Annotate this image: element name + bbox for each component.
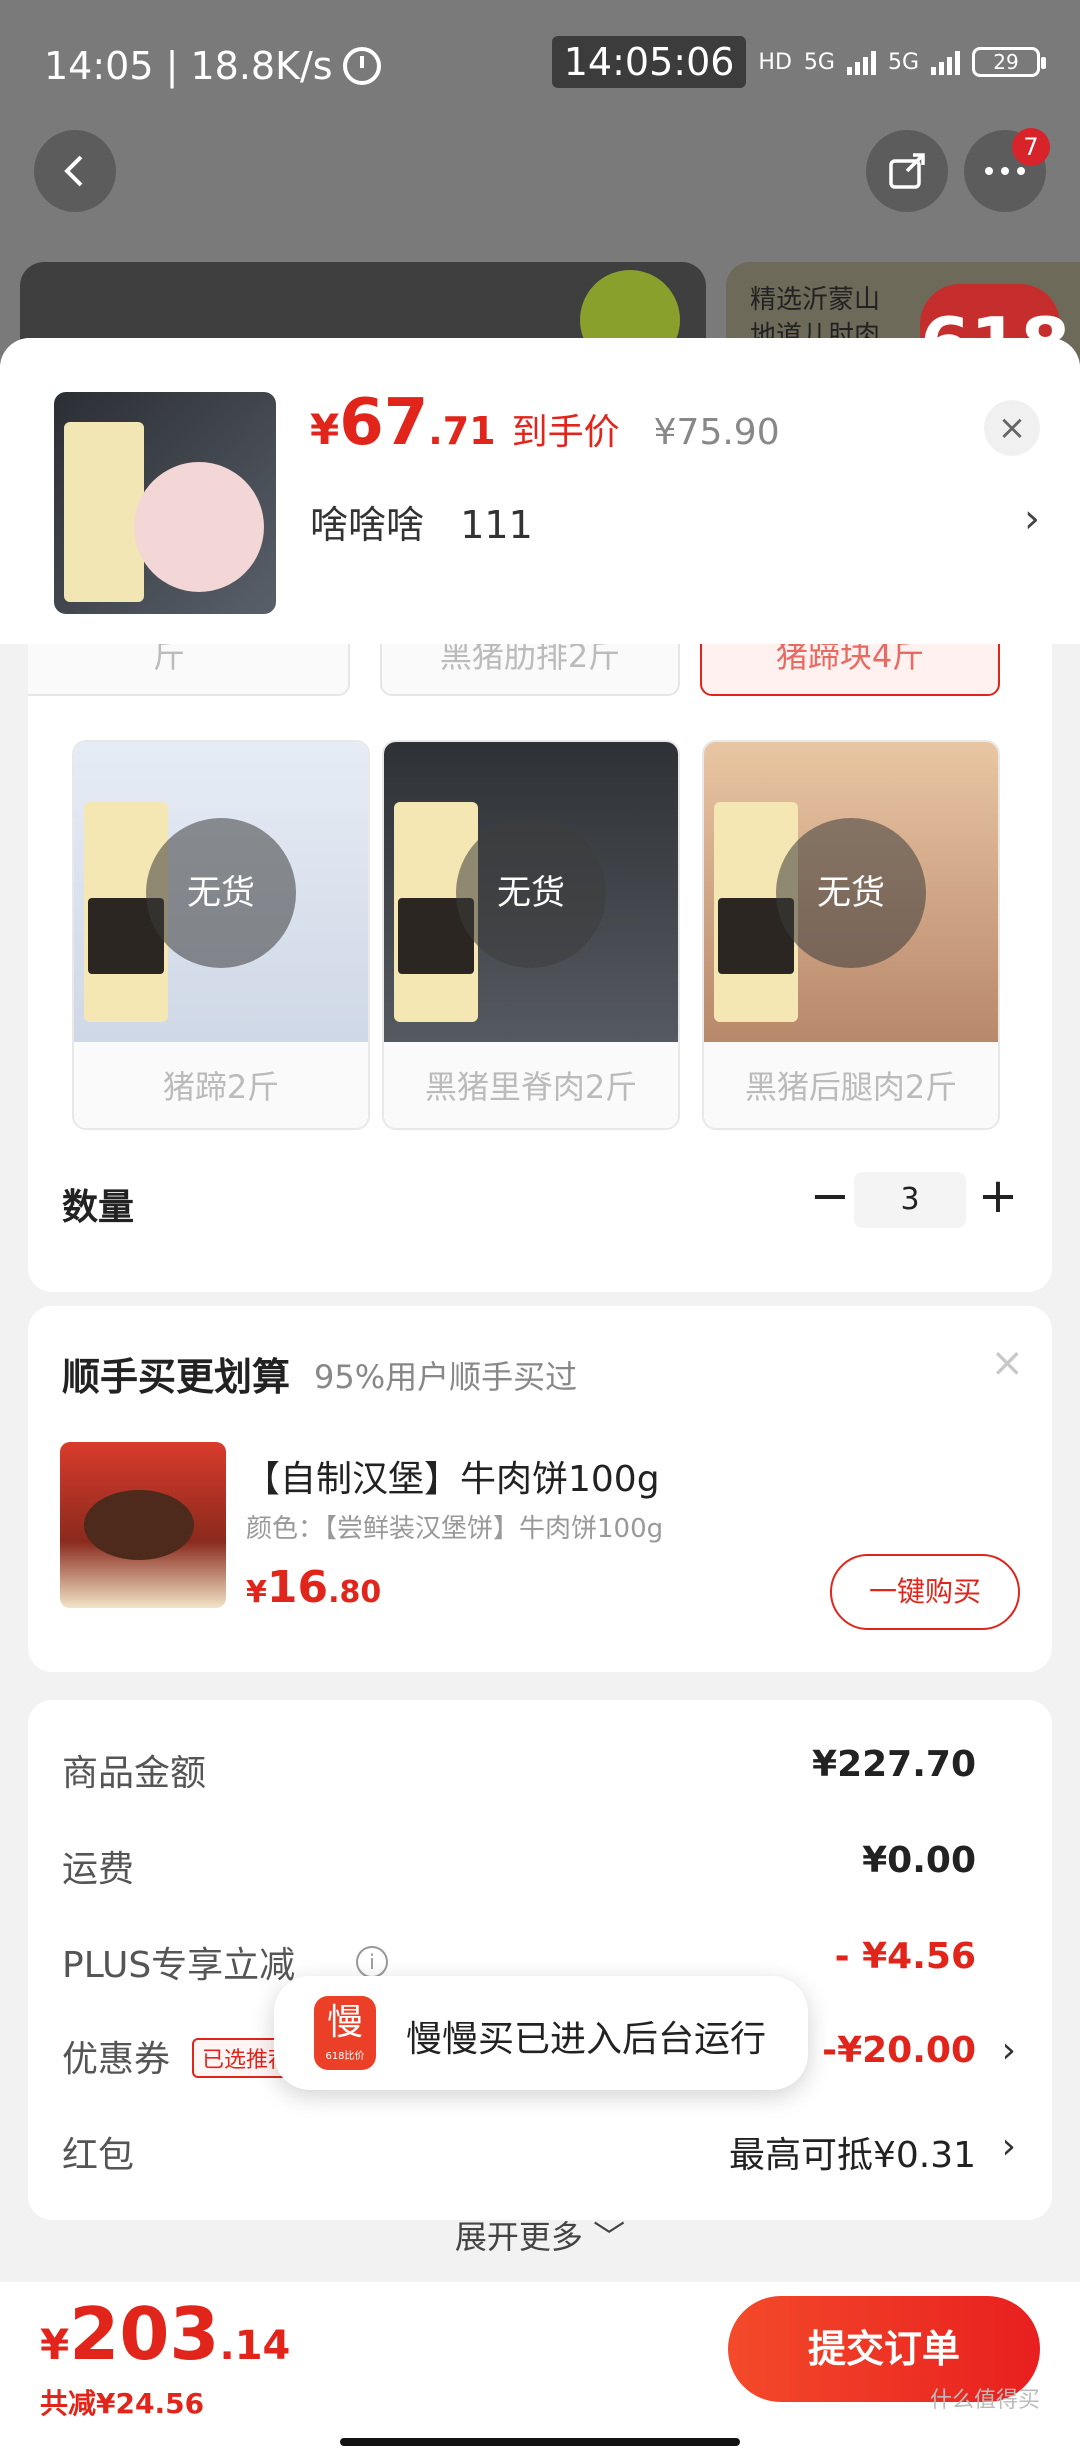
status-left: 14:05 | 18.8K/s bbox=[44, 44, 381, 88]
addon-item-name[interactable]: 【自制汉堡】牛肉饼100g bbox=[244, 1450, 660, 1502]
battery-icon: 29 bbox=[972, 47, 1046, 77]
price-currency: ¥ bbox=[310, 405, 340, 454]
notification-badge: 7 bbox=[1012, 128, 1050, 166]
total-integer: 203 bbox=[69, 2292, 220, 2376]
variant-name: 猪蹄2斤 bbox=[74, 1042, 368, 1128]
timestamp-chip: 14:05:06 bbox=[551, 36, 747, 88]
toast-message: 慢慢买已进入后台运行 bbox=[406, 2019, 767, 2060]
chevron-right-icon: › bbox=[1001, 2126, 1016, 2167]
signal-icon-2 bbox=[931, 49, 960, 75]
total-price: ¥ 203 .14 bbox=[40, 2292, 290, 2376]
addon-title: 顺手买更划算 bbox=[62, 1355, 291, 1399]
variant-option-partial-2[interactable]: 黑猪肋排2斤 bbox=[380, 644, 680, 696]
home-indicator[interactable] bbox=[340, 2438, 740, 2446]
summary-label: 运费 bbox=[62, 1849, 135, 1890]
toast-icon-char: 慢 bbox=[326, 2002, 363, 2043]
more-dots-icon bbox=[985, 167, 1025, 175]
addon-price-integer: 16 bbox=[266, 1562, 329, 1613]
product-thumbnail bbox=[54, 392, 276, 614]
sheet-header: ¥ 67 .71 到手价 ¥75.90 × 啥啥啥 111 › bbox=[0, 338, 1080, 644]
sku-sheet: ¥ 67 .71 到手价 ¥75.90 × 啥啥啥 111 › 斤 黑猪肋排2斤… bbox=[0, 338, 1080, 2460]
summary-row-goods: 商品金额 ¥227.70 bbox=[62, 1744, 1022, 1804]
expand-more-button[interactable]: 展开更多 ﹀ bbox=[28, 2212, 1052, 2258]
summary-label: 优惠券 bbox=[62, 2039, 171, 2080]
variant-option-selected[interactable]: 猪蹄块4斤 bbox=[700, 644, 1000, 696]
summary-value: - ¥4.56 bbox=[834, 1936, 976, 1977]
summary-row-redpacket[interactable]: 红包 最高可抵¥0.31 › bbox=[62, 2126, 1022, 2186]
quantity-input[interactable]: 3 bbox=[854, 1172, 966, 1228]
price-row: ¥ 67 .71 到手价 ¥75.90 bbox=[310, 386, 780, 460]
alarm-clock-icon bbox=[342, 47, 381, 85]
quantity-label: 数量 bbox=[62, 1187, 135, 1228]
price-integer: 67 bbox=[339, 386, 429, 460]
total-currency: ¥ bbox=[40, 2320, 70, 2369]
original-price: ¥75.90 bbox=[653, 412, 780, 453]
addon-subtitle: 95%用户顺手买过 bbox=[314, 1358, 578, 1396]
summary-label: 商品金额 bbox=[62, 1753, 207, 1794]
variant-option-partial-1[interactable]: 斤 bbox=[28, 644, 350, 696]
summary-value: ¥0.00 bbox=[862, 1840, 976, 1881]
out-of-stock-badge: 无货 bbox=[146, 818, 296, 968]
thumbnail-label-card bbox=[64, 422, 144, 602]
status-bar: 14:05 | 18.8K/s 14:05:06 HD 5G 5G 29 bbox=[0, 0, 1080, 130]
hd-indicator: HD bbox=[758, 49, 792, 75]
one-click-buy-button[interactable]: 一键购买 bbox=[830, 1554, 1020, 1630]
summary-row-shipping: 运费 ¥0.00 bbox=[62, 1840, 1022, 1900]
summary-value: -¥20.00 bbox=[822, 2030, 976, 2071]
status-right: 14:05:06 HD 5G 5G 29 bbox=[551, 36, 1046, 88]
quantity-increase-button[interactable]: + bbox=[968, 1166, 1028, 1226]
share-button[interactable] bbox=[866, 130, 948, 212]
quantity-decrease-button[interactable]: − bbox=[800, 1166, 860, 1226]
addon-price: ¥ 16 .80 bbox=[246, 1562, 381, 1613]
chevron-right-icon[interactable]: › bbox=[1024, 496, 1040, 542]
toast-icon-sub: 618比价 bbox=[325, 2051, 365, 2062]
close-icon: × bbox=[997, 408, 1027, 448]
out-of-stock-badge: 无货 bbox=[776, 818, 926, 968]
addon-price-decimal: .80 bbox=[328, 1575, 382, 1610]
watermark: 什么值得买 bbox=[930, 2388, 1041, 2413]
out-of-stock-badge: 无货 bbox=[456, 818, 606, 968]
summary-value: 最高可抵¥0.31 bbox=[728, 2135, 976, 2176]
variant-card[interactable]: 无货 猪蹄2斤 bbox=[72, 740, 370, 1130]
status-time-speed: 14:05 | 18.8K/s bbox=[44, 44, 333, 88]
order-summary: 商品金额 ¥227.70 运费 ¥0.00 PLUS专享立减 i - ¥4.56… bbox=[28, 1700, 1052, 2256]
summary-label: 红包 bbox=[62, 2135, 135, 2176]
manmanmai-app-icon: 慢 618比价 bbox=[314, 1996, 376, 2070]
addon-thumbnail[interactable] bbox=[60, 1442, 226, 1608]
background-run-toast: 慢 618比价 慢慢买已进入后台运行 bbox=[274, 1976, 808, 2090]
thumbnail-meat bbox=[134, 462, 264, 592]
total-decimal: .14 bbox=[219, 2323, 291, 2369]
checkout-bar: ¥ 203 .14 共减¥24.56 提交订单 什么值得买 bbox=[0, 2282, 1080, 2460]
summary-label: PLUS专享立减 bbox=[62, 1945, 296, 1986]
addon-item-spec: 颜色：【尝鲜装汉堡饼】牛肉饼100g bbox=[246, 1514, 664, 1544]
share-icon bbox=[889, 153, 925, 189]
addon-price-currency: ¥ bbox=[246, 1575, 267, 1610]
chevron-right-icon: › bbox=[1001, 2030, 1016, 2071]
final-price-label: 到手价 bbox=[511, 412, 620, 453]
close-sheet-button[interactable]: × bbox=[984, 400, 1040, 456]
network-5g-label-1: 5G bbox=[803, 49, 835, 75]
variant-card[interactable]: 无货 黑猪后腿肉2斤 bbox=[702, 740, 1000, 1130]
variant-name: 黑猪里脊肉2斤 bbox=[384, 1042, 678, 1128]
addon-close-icon[interactable]: × bbox=[990, 1340, 1024, 1386]
network-5g-label-2: 5G bbox=[887, 49, 919, 75]
price-decimal: .71 bbox=[428, 409, 496, 453]
chevron-left-icon bbox=[64, 155, 83, 187]
total-saved: 共减¥24.56 bbox=[40, 2387, 205, 2420]
info-icon[interactable]: i bbox=[356, 1946, 388, 1978]
addon-section: 顺手买更划算 95%用户顺手买过 × 【自制汉堡】牛肉饼100g 颜色：【尝鲜装… bbox=[28, 1306, 1052, 1672]
signal-icon-1 bbox=[846, 49, 876, 75]
back-button[interactable] bbox=[34, 130, 116, 212]
summary-value: ¥227.70 bbox=[812, 1744, 976, 1785]
variant-selector: 斤 黑猪肋排2斤 猪蹄块4斤 无货 猪蹄2斤 无货 黑猪里脊肉2斤 无货 黑猪后… bbox=[28, 644, 1052, 1292]
variant-name: 黑猪后腿肉2斤 bbox=[704, 1042, 998, 1128]
variant-card[interactable]: 无货 黑猪里脊肉2斤 bbox=[382, 740, 680, 1130]
selected-spec[interactable]: 啥啥啥 111 bbox=[310, 494, 533, 549]
